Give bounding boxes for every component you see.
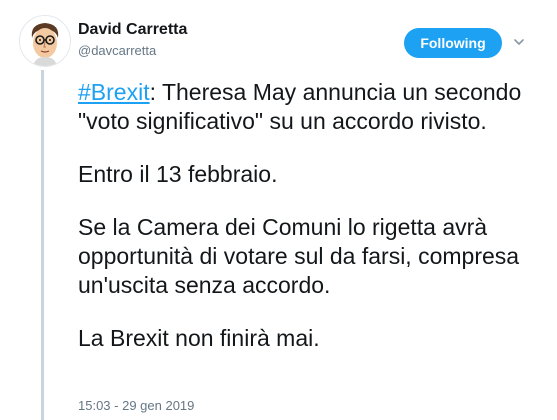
tweet-paragraph-4: La Brexit non finirà mai.: [78, 325, 320, 351]
tweet-paragraph-1: #Brexit: Theresa May annuncia un secondo…: [78, 78, 548, 136]
author-display-name[interactable]: David Carretta: [78, 20, 187, 40]
following-button[interactable]: Following: [404, 28, 502, 58]
avatar[interactable]: [19, 15, 71, 67]
tweet-text: #Brexit: Theresa May annuncia un secondo…: [78, 78, 548, 377]
chevron-down-icon[interactable]: [512, 35, 526, 49]
caricature-portrait-icon: [20, 16, 70, 66]
tweet-paragraph-2: Entro il 13 febbraio.: [78, 161, 278, 187]
thread-line: [41, 70, 44, 420]
hashtag-link[interactable]: #Brexit: [78, 79, 150, 105]
tweet-timestamp[interactable]: 15:03 - 29 gen 2019: [78, 398, 194, 414]
author-handle[interactable]: @davcarretta: [78, 43, 156, 59]
tweet-paragraph-3: Se la Camera dei Comuni lo rigetta avrà …: [78, 214, 520, 298]
